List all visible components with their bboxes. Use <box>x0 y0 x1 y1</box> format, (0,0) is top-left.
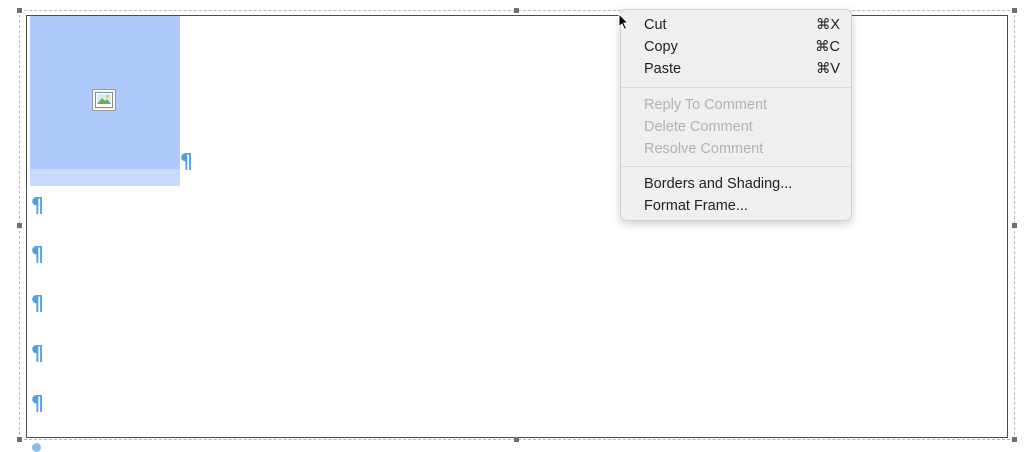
resize-handle-middle-right[interactable] <box>1012 223 1017 228</box>
menu-item-label: Paste <box>644 61 682 77</box>
menu-item-cut[interactable]: Cut ⌘X <box>621 14 851 36</box>
arrow-cursor-icon <box>618 13 630 31</box>
menu-item-label: Cut <box>644 17 667 33</box>
menu-item-label: Delete Comment <box>644 119 753 135</box>
menu-item-delete-comment: Delete Comment <box>621 116 851 138</box>
resize-handle-top-left[interactable] <box>17 8 22 13</box>
menu-item-label: Resolve Comment <box>644 141 764 157</box>
menu-item-label: Reply To Comment <box>644 97 768 113</box>
menu-separator <box>621 166 851 167</box>
selection-line-highlight <box>30 169 180 186</box>
paragraph-mark: ¶ <box>31 341 44 365</box>
menu-item-copy[interactable]: Copy ⌘C <box>621 36 851 58</box>
paragraph-mark: ¶ <box>31 242 44 266</box>
resize-handle-bottom-center[interactable] <box>514 437 519 442</box>
menu-item-resolve-comment: Resolve Comment <box>621 138 851 160</box>
context-menu: Cut ⌘X Copy ⌘C Paste ⌘V Reply To Comment… <box>620 9 852 221</box>
menu-separator <box>621 87 851 88</box>
paragraph-mark: ¶ <box>31 193 44 217</box>
resize-handle-middle-left[interactable] <box>17 223 22 228</box>
menu-item-shortcut: ⌘X <box>815 17 840 33</box>
menu-item-format-frame[interactable]: Format Frame... <box>621 195 851 217</box>
resize-handle-top-right[interactable] <box>1012 8 1017 13</box>
image-placeholder-icon <box>92 89 116 111</box>
menu-item-paste[interactable]: Paste ⌘V <box>621 58 851 80</box>
menu-item-label: Format Frame... <box>644 198 748 214</box>
resize-handle-bottom-left[interactable] <box>17 437 22 442</box>
menu-item-borders-and-shading[interactable]: Borders and Shading... <box>621 173 851 195</box>
menu-item-shortcut: ⌘V <box>815 61 840 77</box>
menu-item-reply-to-comment: Reply To Comment <box>621 94 851 116</box>
paragraph-mark: ¶ <box>31 391 44 415</box>
resize-handle-top-center[interactable] <box>514 8 519 13</box>
menu-item-label: Borders and Shading... <box>644 176 793 192</box>
paragraph-mark: ¶ <box>180 149 193 173</box>
paragraph-mark: ¶ <box>31 291 44 315</box>
resize-handle-bottom-right[interactable] <box>1012 437 1017 442</box>
menu-item-label: Copy <box>644 39 678 55</box>
menu-item-shortcut: ⌘C <box>815 39 840 55</box>
